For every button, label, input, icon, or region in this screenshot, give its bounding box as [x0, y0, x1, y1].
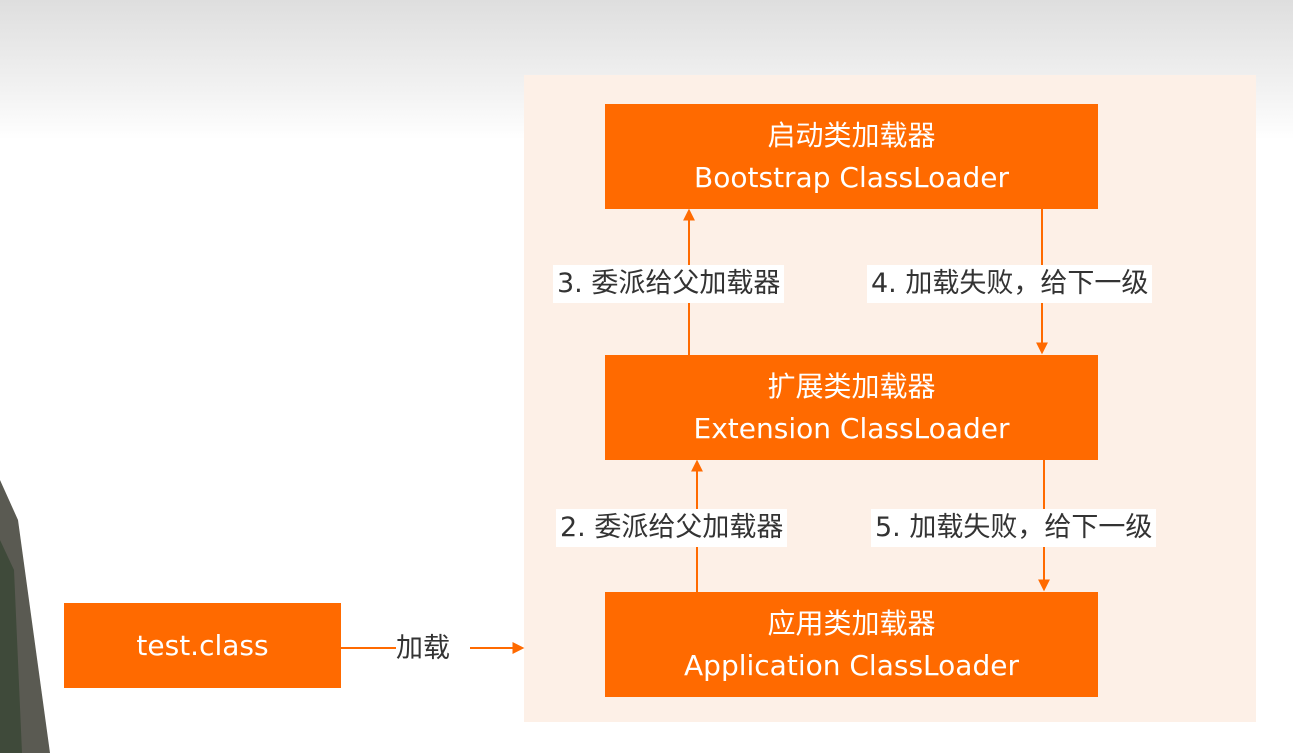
edge-label-fail-5: 5. 加载失败，给下一级: [871, 509, 1157, 547]
bootstrap-cn-label: 启动类加载器: [767, 118, 936, 152]
edge-label-delegate-3: 3. 委派给父加载器: [553, 265, 785, 303]
bootstrap-en-label: Bootstrap ClassLoader: [694, 160, 1009, 194]
edge-label-delegate-2: 2. 委派给父加载器: [556, 509, 788, 547]
application-en-label: Application ClassLoader: [684, 648, 1019, 682]
extension-en-label: Extension ClassLoader: [693, 411, 1010, 445]
edge-label-load: 加载: [396, 633, 450, 664]
test-class-box: test.class: [64, 603, 341, 688]
extension-classloader-box: 扩展类加载器 Extension ClassLoader: [605, 355, 1098, 460]
edge-label-fail-4: 4. 加载失败，给下一级: [867, 265, 1153, 303]
bootstrap-classloader-box: 启动类加载器 Bootstrap ClassLoader: [605, 104, 1098, 209]
application-cn-label: 应用类加载器: [767, 606, 936, 640]
test-class-label: test.class: [136, 628, 269, 662]
extension-cn-label: 扩展类加载器: [767, 369, 936, 403]
application-classloader-box: 应用类加载器 Application ClassLoader: [605, 592, 1098, 697]
